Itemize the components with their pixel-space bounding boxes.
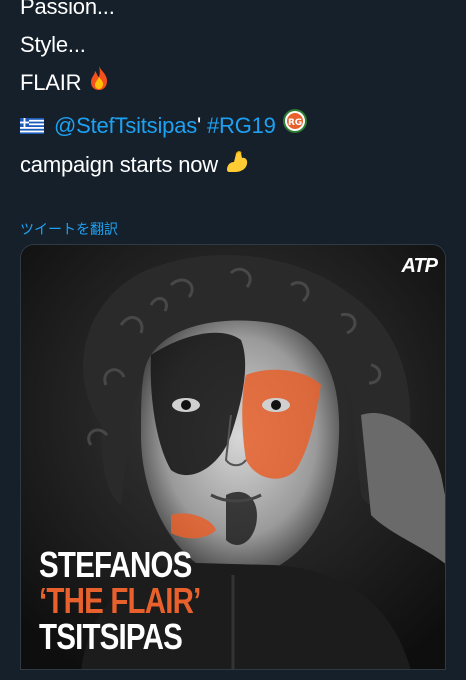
caption-line-2: ‘THE FLAIR’ xyxy=(39,580,201,621)
flair-text: FLAIR xyxy=(20,70,82,95)
fire-emoji-icon xyxy=(87,65,111,103)
image-caption: STEFANOS ‘THE FLAIR’ TSITSIPAS xyxy=(39,547,201,655)
tweet-text: Passion... Style... FLAIR @StefTsitsipas… xyxy=(20,0,308,186)
mention-link[interactable]: @StefTsitsipas xyxy=(54,113,197,138)
caption-line-3: TSITSIPAS xyxy=(39,616,183,657)
tweet-media-image[interactable]: ATP STEFANOS ‘THE FLAIR’ TSITSIPAS xyxy=(20,244,446,670)
tweet-line-5: campaign starts now xyxy=(20,146,308,185)
tweet-line-2: Style... xyxy=(20,32,86,57)
translate-tweet-link[interactable]: ツイートを翻訳 xyxy=(20,219,118,239)
atp-logo: ATP xyxy=(401,255,438,277)
tweet-line-4: @StefTsitsipas' #RG19 RG xyxy=(20,107,308,146)
flexed-biceps-icon xyxy=(224,148,250,186)
svg-text:RG: RG xyxy=(288,118,302,128)
greece-flag-icon xyxy=(20,108,44,146)
tweet-line-1: Passion... xyxy=(20,0,115,19)
roland-garros-icon: RG xyxy=(282,108,308,146)
campaign-text: campaign starts now xyxy=(20,152,218,178)
apostrophe-text: ' xyxy=(197,113,202,139)
hashtag-link[interactable]: #RG19 xyxy=(207,113,276,138)
caption-line-1: STEFANOS xyxy=(39,544,192,585)
tweet-line-3: FLAIR xyxy=(20,64,308,103)
